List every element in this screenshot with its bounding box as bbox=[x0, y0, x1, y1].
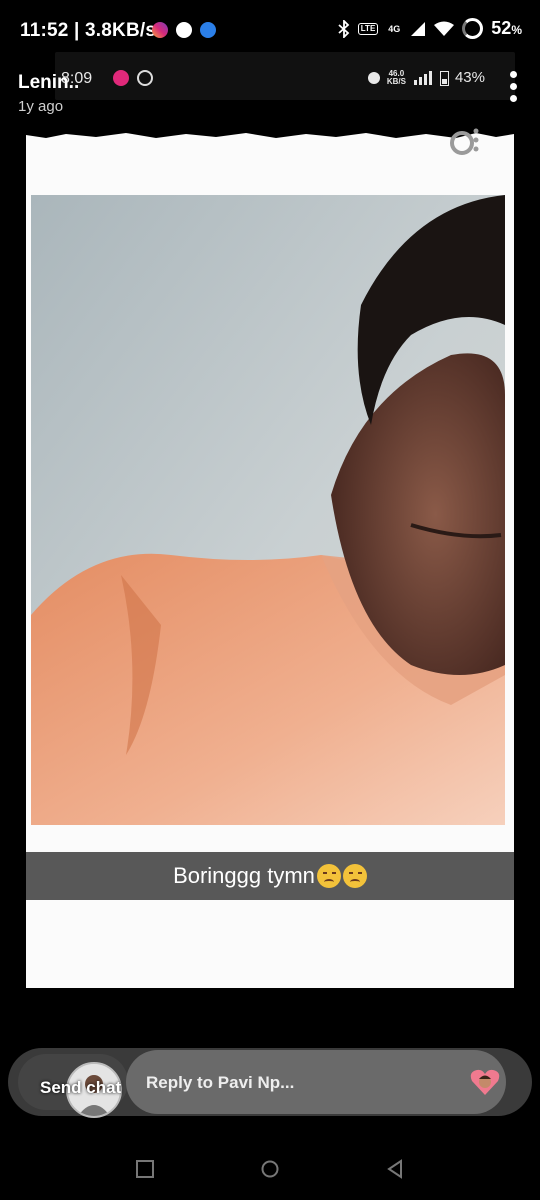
rotate-icon[interactable] bbox=[449, 128, 479, 158]
inner-speed: 46.0 KB/S bbox=[386, 68, 406, 86]
unamused-emoji-icon bbox=[342, 864, 367, 888]
signal-icon bbox=[413, 70, 432, 85]
bluetooth-icon bbox=[338, 19, 350, 38]
story-card: Boringgg tymn bbox=[26, 128, 514, 988]
status-time: 11:52 | 3.8KB/s bbox=[20, 20, 157, 41]
caption-bar: Boringgg tymn bbox=[26, 852, 514, 900]
story-caption: Boringgg tymn bbox=[173, 863, 315, 888]
battery-icon bbox=[439, 70, 449, 86]
battery-icon bbox=[462, 18, 484, 39]
torn-edge bbox=[26, 128, 514, 138]
settings-icon bbox=[176, 22, 192, 38]
lte-badge: LTE bbox=[357, 22, 379, 35]
system-nav-bar bbox=[0, 1140, 540, 1200]
alarm-icon bbox=[367, 71, 380, 84]
rotate-lock-icon bbox=[137, 70, 153, 86]
inner-battery: 43% bbox=[454, 69, 485, 86]
story-author-name[interactable]: Lenin.. bbox=[18, 72, 79, 94]
instagram-icon bbox=[152, 22, 168, 38]
send-chat-button[interactable]: Send chat bbox=[18, 1054, 128, 1118]
story-photo bbox=[31, 195, 505, 825]
message-icon bbox=[200, 22, 216, 38]
inner-status-right: 46.0 KB/S 43% bbox=[367, 69, 485, 86]
more-icon[interactable] bbox=[508, 71, 518, 102]
send-chat-label: Send chat bbox=[40, 1078, 122, 1097]
unamused-emoji-icon bbox=[316, 864, 341, 888]
reply-bar: Send chat bbox=[8, 1048, 532, 1118]
battery-level: 52% bbox=[491, 18, 522, 38]
nav-recents-icon[interactable] bbox=[134, 1158, 156, 1180]
inner-status-bar: 8:09 46.0 KB/S 43% bbox=[55, 52, 515, 100]
status-right: LTE 4G 52% bbox=[338, 18, 522, 39]
reply-input[interactable] bbox=[144, 1050, 448, 1116]
story-header[interactable]: Lenin.. 1y ago bbox=[18, 72, 79, 115]
heart-sticker-icon[interactable] bbox=[470, 1068, 500, 1096]
story-timestamp: 1y ago bbox=[18, 98, 64, 115]
nav-back-icon[interactable] bbox=[384, 1158, 406, 1180]
wifi-icon bbox=[434, 21, 455, 36]
nav-home-icon[interactable] bbox=[259, 1158, 281, 1180]
record-icon bbox=[113, 70, 129, 86]
signal-icon bbox=[411, 21, 426, 36]
network-badge: 4G bbox=[388, 23, 401, 34]
reply-field[interactable] bbox=[126, 1050, 506, 1116]
